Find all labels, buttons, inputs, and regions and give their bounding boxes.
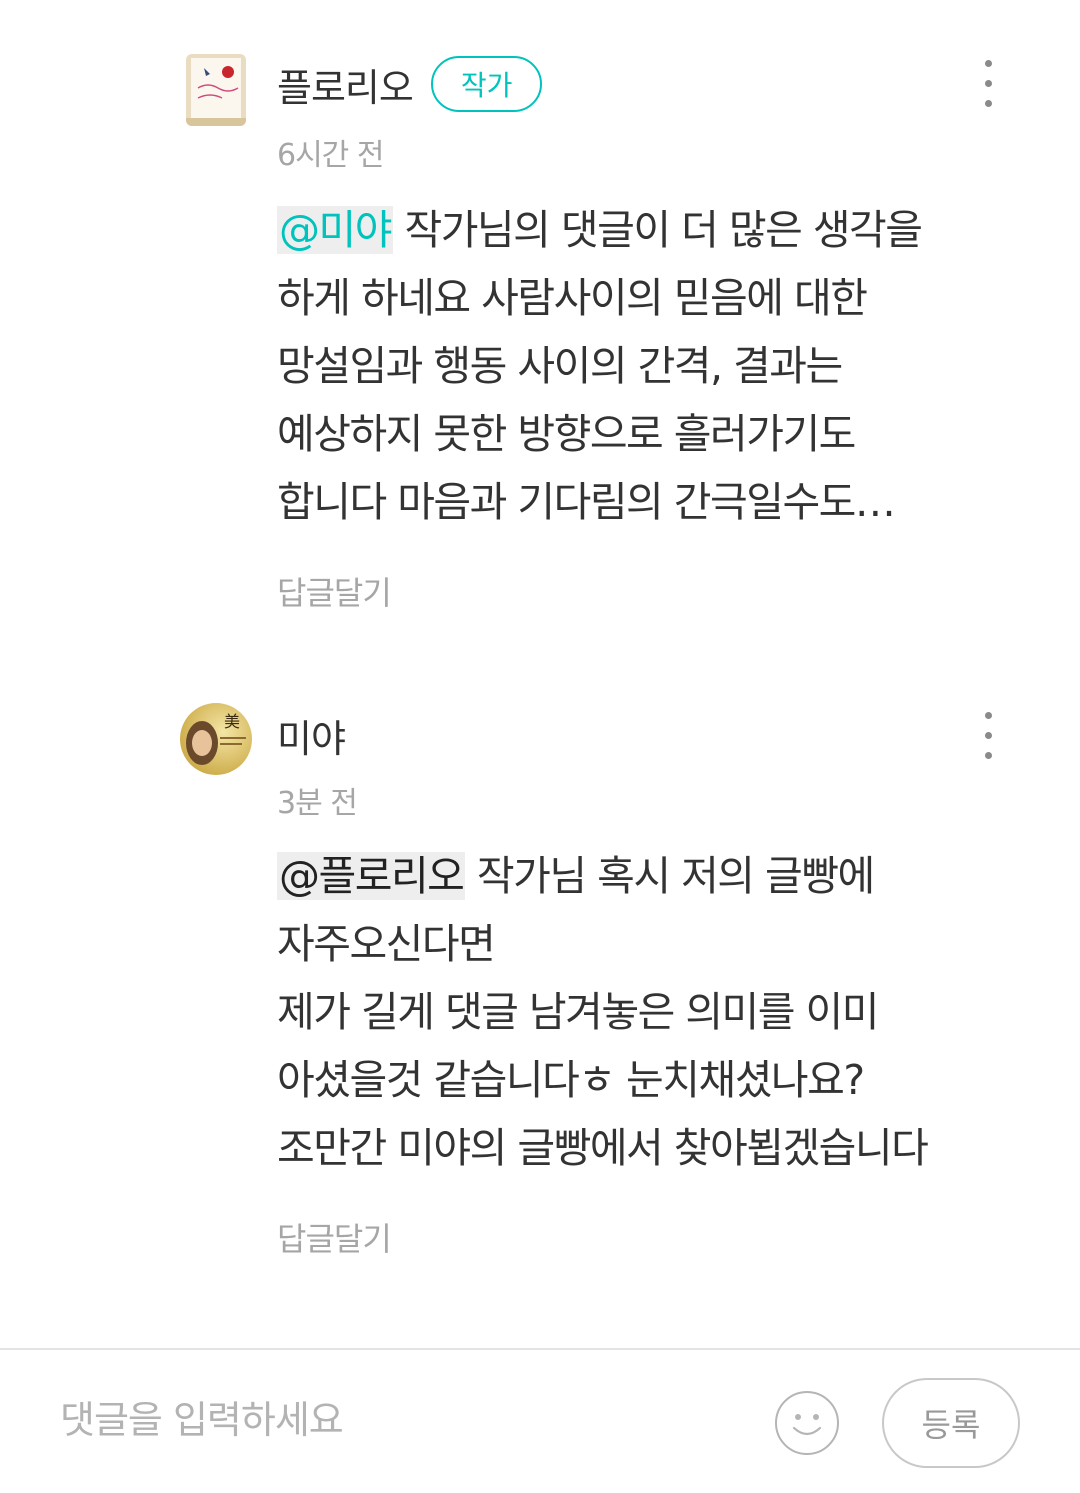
comment-time: 3분 전 — [277, 786, 358, 821]
comment-body: @미야 작가님의 댓글이 더 많은 생각을 하게 하네요 사람사이의 믿음에 대… — [277, 196, 1017, 536]
more-options-icon[interactable] — [968, 708, 1008, 768]
author-row: 미야 — [277, 708, 346, 763]
comment-line: @미야 작가님의 댓글이 더 많은 생각을 — [277, 206, 923, 254]
svg-text:美: 美 — [224, 712, 240, 731]
comment-line: 망설임과 행동 사이의 간격, 결과는 — [277, 342, 843, 390]
more-options-icon[interactable] — [968, 56, 1008, 116]
comment-line: 자주오신다면 — [277, 920, 496, 968]
comment-body: @플로리오 작가님 혹시 저의 글빵에 자주오신다면 제가 길게 댓글 남겨놓은… — [277, 842, 1017, 1182]
reply-button[interactable]: 답글달기 — [277, 568, 392, 614]
comment-line: 아셨을것 같습니다ㅎ 눈치채셨나요? — [277, 1056, 865, 1104]
comment-line: 제가 길게 댓글 남겨놓은 의미를 이미 — [277, 988, 879, 1036]
submit-button[interactable]: 등록 — [882, 1378, 1020, 1468]
comment-line: 조만간 미야의 글빵에서 찾아뵙겠습니다 — [277, 1124, 929, 1172]
writer-badge: 작가 — [430, 56, 543, 112]
author-name[interactable]: 미야 — [277, 708, 346, 763]
smile-emoji-icon[interactable] — [774, 1390, 840, 1456]
comment-line: 하게 하네요 사람사이의 믿음에 대한 — [277, 274, 868, 322]
comment-line: 예상하지 못한 방향으로 흘러가기도 — [277, 410, 856, 458]
reply-button[interactable]: 답글달기 — [277, 1214, 392, 1260]
author-name[interactable]: 플로리오 — [277, 57, 414, 112]
author-avatar[interactable] — [186, 54, 246, 126]
mention-tag[interactable]: @미야 — [277, 206, 393, 254]
author-avatar[interactable]: 美 — [180, 703, 252, 775]
comment-input[interactable] — [60, 1390, 740, 1450]
comment-input-bar: 등록 — [0, 1348, 1080, 1493]
comment-time: 6시간 전 — [277, 138, 384, 173]
comment-line: @플로리오 작가님 혹시 저의 글빵에 — [277, 852, 875, 900]
mention-tag[interactable]: @플로리오 — [277, 852, 466, 900]
author-row: 플로리오 작가 — [277, 56, 543, 112]
portrait-avatar-image: 美 — [180, 703, 252, 775]
book-cover-avatar-image — [186, 54, 246, 126]
comment-line: 합니다 마음과 기다림의 간극일수도… — [277, 478, 896, 526]
